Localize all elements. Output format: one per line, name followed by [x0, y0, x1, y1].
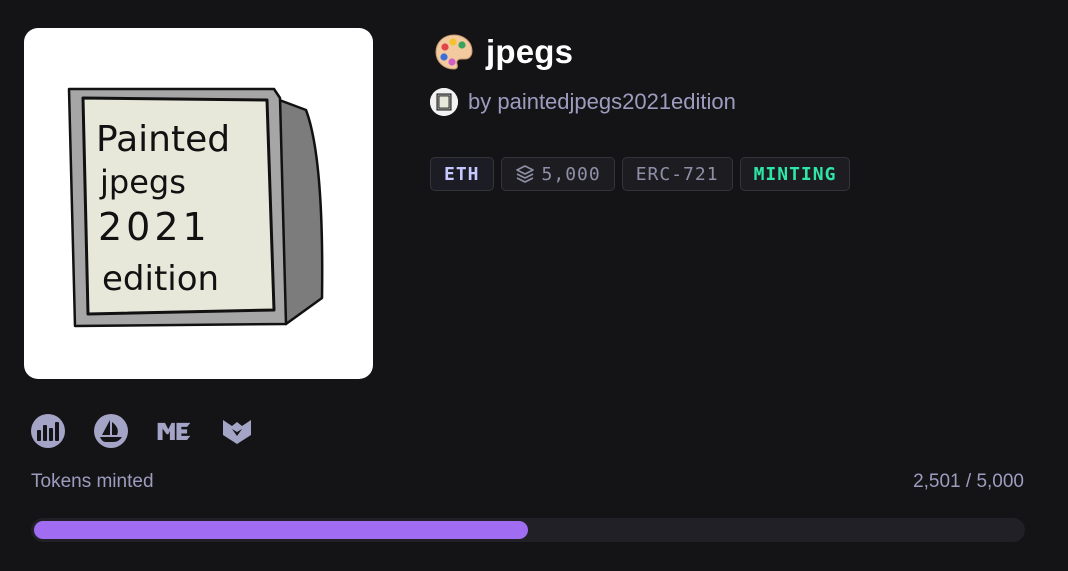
- tokens-minted-label: Tokens minted: [31, 471, 154, 492]
- chain-label: ETH: [444, 163, 480, 185]
- chart-market-icon[interactable]: [30, 413, 66, 449]
- standard-label: ERC-721: [635, 163, 719, 185]
- status-badge: MINTING: [739, 157, 851, 191]
- magic-eden-icon[interactable]: [156, 413, 192, 449]
- supply-badge: 5,000: [500, 157, 615, 191]
- creator-avatar: [430, 88, 458, 116]
- artwork-line-3: 2021: [98, 205, 211, 249]
- artwork-line-4: edition: [102, 259, 219, 299]
- tokens-minted-count: 2,501 / 5,000: [913, 471, 1024, 492]
- painted-box-drawing: Painted jpegs 2021 edition: [67, 87, 324, 328]
- marketplace-links: [30, 413, 255, 449]
- collection-tags: ETH 5,000 ERC-721 MINTING: [430, 157, 851, 191]
- artwork-line-2: jpegs: [99, 163, 186, 201]
- fox-market-icon[interactable]: [219, 413, 255, 449]
- status-label: MINTING: [753, 163, 837, 185]
- mint-progress-fill: [34, 521, 528, 539]
- creator-name: by paintedjpegs2021edition: [468, 89, 736, 114]
- artist-palette-icon: [435, 34, 473, 70]
- collection-title: jpegs: [486, 33, 574, 70]
- mint-progress-bar: [31, 518, 1025, 542]
- standard-badge: ERC-721: [621, 157, 733, 191]
- collection-artwork: Painted jpegs 2021 edition: [24, 28, 373, 379]
- creator-link[interactable]: by paintedjpegs2021edition: [430, 86, 736, 118]
- artwork-line-1: Painted: [96, 119, 230, 160]
- layers-icon: [515, 165, 534, 183]
- collection-header: jpegs: [434, 30, 573, 74]
- chain-badge: ETH: [430, 157, 494, 191]
- supply-label: 5,000: [541, 163, 601, 185]
- opensea-icon[interactable]: [93, 413, 129, 449]
